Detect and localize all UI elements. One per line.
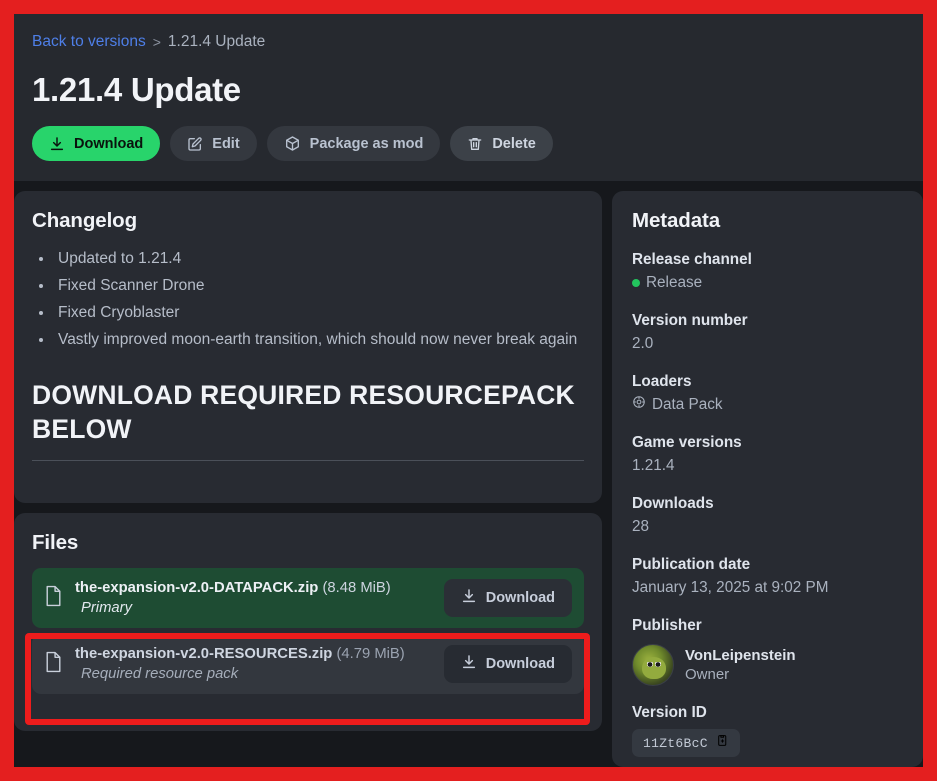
download-button[interactable]: Download xyxy=(32,126,161,161)
version-id-copy-chip[interactable]: 11Zt6BcC xyxy=(632,729,740,757)
file-row[interactable]: the-expansion-v2.0-RESOURCES.zip (4.79 M… xyxy=(32,634,584,694)
file-download-button[interactable]: Download xyxy=(443,645,572,683)
avatar xyxy=(632,644,674,686)
file-meta: the-expansion-v2.0-RESOURCES.zip (4.79 M… xyxy=(75,644,432,684)
page-title: 1.21.4 Update xyxy=(32,71,241,108)
metadata-loaders: Loaders Data Pack xyxy=(632,372,903,416)
publisher-row[interactable]: VonLeipenstein Owner xyxy=(632,644,903,686)
metadata-value: January 13, 2025 at 9:02 PM xyxy=(632,579,829,596)
cube-icon xyxy=(284,135,301,152)
version-header: Back to versions > 1.21.4 Update 1.21.4 … xyxy=(14,14,923,181)
content-area: Changelog Updated to 1.21.4 Fixed Scanne… xyxy=(14,181,923,767)
list-item: Updated to 1.21.4 xyxy=(54,247,584,271)
metadata-label: Game versions xyxy=(632,434,742,451)
metadata-version-id: Version ID 11Zt6BcC xyxy=(632,703,903,757)
chevron-right-icon: > xyxy=(152,34,161,50)
metadata-card: Metadata Release channel Release Version… xyxy=(612,191,923,767)
file-icon xyxy=(44,651,63,678)
download-button-label: Download xyxy=(74,135,144,152)
package-as-mod-button-label: Package as mod xyxy=(309,135,424,152)
loaders-text: Data Pack xyxy=(652,396,723,413)
changelog-card: Changelog Updated to 1.21.4 Fixed Scanne… xyxy=(14,191,602,503)
changelog-list: Updated to 1.21.4 Fixed Scanner Drone Fi… xyxy=(54,247,584,352)
file-icon xyxy=(44,585,63,612)
list-item: Fixed Cryoblaster xyxy=(54,301,584,325)
list-item: Fixed Scanner Drone xyxy=(54,274,584,298)
download-icon xyxy=(49,136,65,152)
action-bar: Download Edit Package as mod Delete xyxy=(32,126,905,161)
list-item: Vastly improved moon-earth transition, w… xyxy=(54,328,584,352)
trash-icon xyxy=(467,136,483,152)
publisher-name: VonLeipenstein xyxy=(685,646,796,664)
metadata-label: Publication date xyxy=(632,556,751,573)
file-row[interactable]: the-expansion-v2.0-DATAPACK.zip (8.48 Mi… xyxy=(32,568,584,628)
file-size: (4.79 MiB) xyxy=(336,646,405,662)
right-column: Metadata Release channel Release Version… xyxy=(612,191,923,767)
release-channel-text: Release xyxy=(646,274,703,291)
metadata-label: Loaders xyxy=(632,373,692,390)
metadata-publisher: Publisher VonLeipenstein Owner xyxy=(632,616,903,686)
metadata-publication-date: Publication date January 13, 2025 at 9:0… xyxy=(632,555,903,599)
package-as-mod-button[interactable]: Package as mod xyxy=(266,126,441,161)
metadata-label: Version number xyxy=(632,312,748,329)
datapack-icon xyxy=(632,394,646,416)
metadata-label: Publisher xyxy=(632,617,702,634)
version-id-text: 11Zt6BcC xyxy=(643,735,708,751)
breadcrumb-back-link[interactable]: Back to versions xyxy=(32,32,146,52)
metadata-version-number: Version number 2.0 xyxy=(632,311,903,355)
file-meta: the-expansion-v2.0-DATAPACK.zip (8.48 Mi… xyxy=(75,578,432,618)
metadata-label: Release channel xyxy=(632,251,752,268)
file-size: (8.48 MiB) xyxy=(322,580,391,596)
divider xyxy=(32,460,584,461)
app-window: Back to versions > 1.21.4 Update 1.21.4 … xyxy=(14,14,923,767)
delete-button-label: Delete xyxy=(492,135,536,152)
metadata-label: Downloads xyxy=(632,495,714,512)
metadata-release-channel: Release channel Release xyxy=(632,250,903,294)
download-icon xyxy=(461,588,477,608)
file-download-label: Download xyxy=(485,590,555,606)
file-download-label: Download xyxy=(485,656,555,672)
metadata-value: 1.21.4 xyxy=(632,457,675,474)
metadata-game-versions: Game versions 1.21.4 xyxy=(632,433,903,477)
metadata-downloads: Downloads 28 xyxy=(632,494,903,538)
download-icon xyxy=(461,654,477,674)
metadata-value: Release xyxy=(632,272,903,294)
changelog-banner: DOWNLOAD REQUIRED RESOURCEPACK BELOW xyxy=(32,380,575,444)
breadcrumb-current: 1.21.4 Update xyxy=(167,33,266,50)
left-column: Changelog Updated to 1.21.4 Fixed Scanne… xyxy=(14,191,602,767)
changelog-title: Changelog xyxy=(32,209,138,232)
metadata-label: Version ID xyxy=(632,704,707,721)
files-title: Files xyxy=(32,531,79,554)
breadcrumb: Back to versions > 1.21.4 Update xyxy=(32,32,905,52)
file-download-button[interactable]: Download xyxy=(443,579,572,617)
file-tag: Primary xyxy=(81,600,132,616)
edit-icon xyxy=(187,136,203,152)
file-name: the-expansion-v2.0-RESOURCES.zip xyxy=(75,646,333,662)
files-list: the-expansion-v2.0-DATAPACK.zip (8.48 Mi… xyxy=(32,568,584,694)
delete-button[interactable]: Delete xyxy=(450,126,553,161)
metadata-value: Data Pack xyxy=(632,394,903,416)
file-name: the-expansion-v2.0-DATAPACK.zip xyxy=(75,580,319,596)
metadata-value: 2.0 xyxy=(632,335,654,352)
metadata-value: 28 xyxy=(632,518,650,535)
edit-button-label: Edit xyxy=(212,135,240,152)
edit-button[interactable]: Edit xyxy=(170,126,257,161)
files-card: Files the-expansion-v2.0-DATAPACK.zip (8… xyxy=(14,513,602,731)
metadata-title: Metadata xyxy=(632,209,721,232)
clipboard-copy-icon[interactable] xyxy=(716,734,729,752)
publisher-role: Owner xyxy=(685,665,730,683)
status-dot-icon xyxy=(632,279,640,287)
file-tag: Required resource pack xyxy=(81,666,239,682)
